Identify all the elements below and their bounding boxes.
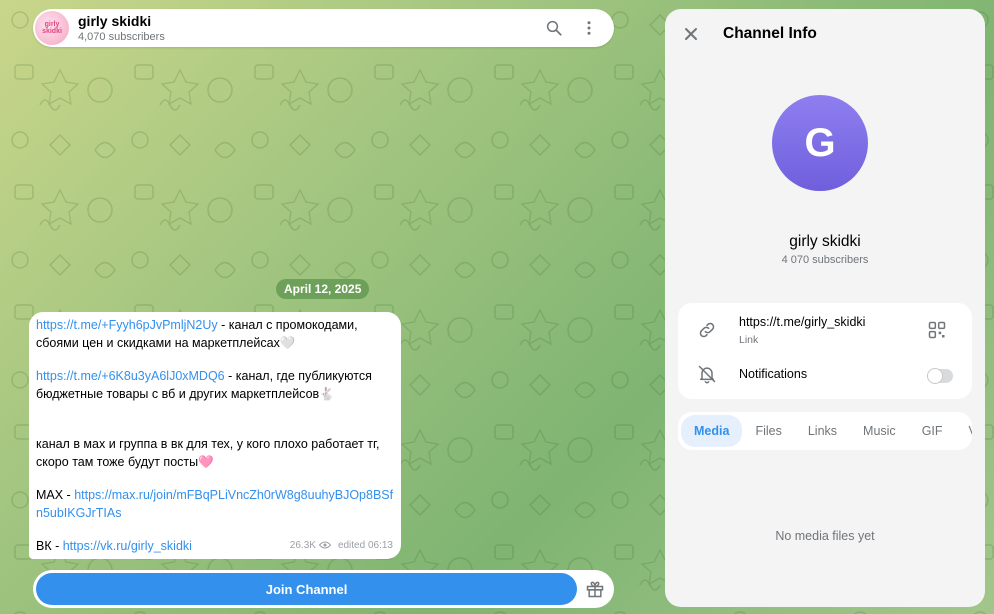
gift-button[interactable] xyxy=(579,573,611,605)
channel-info-panel: Channel Info G girly skidki 4 070 subscr… xyxy=(665,9,985,607)
search-button[interactable] xyxy=(539,13,569,43)
channel-link-label: Link xyxy=(739,334,759,346)
tab-files[interactable]: Files xyxy=(742,415,794,447)
channel-subscribers: 4 070 subscribers xyxy=(781,254,869,266)
close-icon xyxy=(685,28,697,40)
channel-name: girly skidki xyxy=(789,233,861,250)
message-meta: 26.3K edited 06:13 xyxy=(290,537,393,555)
search-icon xyxy=(546,20,562,36)
channel-link-value: https://t.me/girly_skidki xyxy=(739,315,866,329)
join-bar: Join Channel xyxy=(33,570,614,608)
eye-icon xyxy=(318,541,331,549)
bell-off-icon xyxy=(696,363,718,385)
link-row[interactable]: https://t.me/girly_skidki Link xyxy=(678,303,972,355)
view-count: 26.3K xyxy=(289,539,316,551)
join-channel-button[interactable]: Join Channel xyxy=(36,573,578,605)
qr-code-button[interactable] xyxy=(927,320,947,340)
notifications-toggle[interactable] xyxy=(927,368,953,384)
tab-gif[interactable]: GIF xyxy=(909,415,956,447)
vk-link[interactable]: https://vk.ru/girly_skidki xyxy=(63,539,192,553)
message-paragraph-3: канал в мах и группа в вк для тех, у ког… xyxy=(36,437,380,469)
more-vertical-icon xyxy=(587,21,591,35)
panel-title: Channel Info xyxy=(723,25,817,42)
close-panel-button[interactable] xyxy=(679,22,703,46)
max-link[interactable]: https://max.ru/join/mFBqPLiVncZh0rW8g8uu… xyxy=(36,488,393,520)
avatar-logo-text: girly skidki xyxy=(42,21,62,35)
panel-header: Channel Info xyxy=(665,9,985,59)
chat-title: girly skidki xyxy=(78,12,152,29)
gift-icon xyxy=(586,581,604,598)
message-link-1[interactable]: https://t.me/+Fyyh6pJvPmljN2Uy xyxy=(36,318,218,332)
tab-links[interactable]: Links xyxy=(795,415,850,447)
message-link-2[interactable]: https://t.me/+6K8u3yA6lJ0xMDQ6 xyxy=(36,369,225,383)
tab-voice[interactable]: Voice xyxy=(956,415,972,447)
empty-media-message: No media files yet xyxy=(775,529,875,543)
message-paragraph-1: https://t.me/+Fyyh6pJvPmljN2Uy - канал с… xyxy=(36,317,394,352)
chat-subscribers: 4,070 subscribers xyxy=(78,30,165,43)
channel-post: https://t.me/+Fyyh6pJvPmljN2Uy - канал с… xyxy=(29,312,401,559)
max-label: MAX - xyxy=(36,488,75,502)
toggle-knob xyxy=(927,368,943,384)
media-tabs: Media Files Links Music GIF Voice xyxy=(678,412,972,450)
channel-details-card: https://t.me/girly_skidki Link Notificat… xyxy=(678,303,972,399)
date-separator: April 12, 2025 xyxy=(276,279,370,299)
avatar-letter: G xyxy=(804,120,836,165)
link-icon xyxy=(696,319,718,341)
tab-media[interactable]: Media xyxy=(681,415,743,447)
channel-profile-avatar[interactable]: G xyxy=(772,95,868,191)
more-options-button[interactable] xyxy=(574,13,604,43)
chat-header-info[interactable]: girly skidki 4,070 subscribers xyxy=(78,13,534,44)
notifications-label: Notifications xyxy=(739,367,808,381)
qr-code-icon xyxy=(928,321,946,339)
chat-header[interactable]: girly skidki girly skidki 4,070 subscrib… xyxy=(33,9,614,47)
vk-label: ВК - xyxy=(36,539,63,553)
message-paragraph-2: https://t.me/+6K8u3yA6lJ0xMDQ6 - канал, … xyxy=(36,368,394,403)
channel-avatar[interactable]: girly skidki xyxy=(35,11,69,45)
message-paragraph-max: MAX - https://max.ru/join/mFBqPLiVncZh0r… xyxy=(36,487,394,522)
tab-music[interactable]: Music xyxy=(850,415,909,447)
notifications-row[interactable]: Notifications xyxy=(678,355,972,395)
edited-time: edited 06:13 xyxy=(337,539,393,551)
